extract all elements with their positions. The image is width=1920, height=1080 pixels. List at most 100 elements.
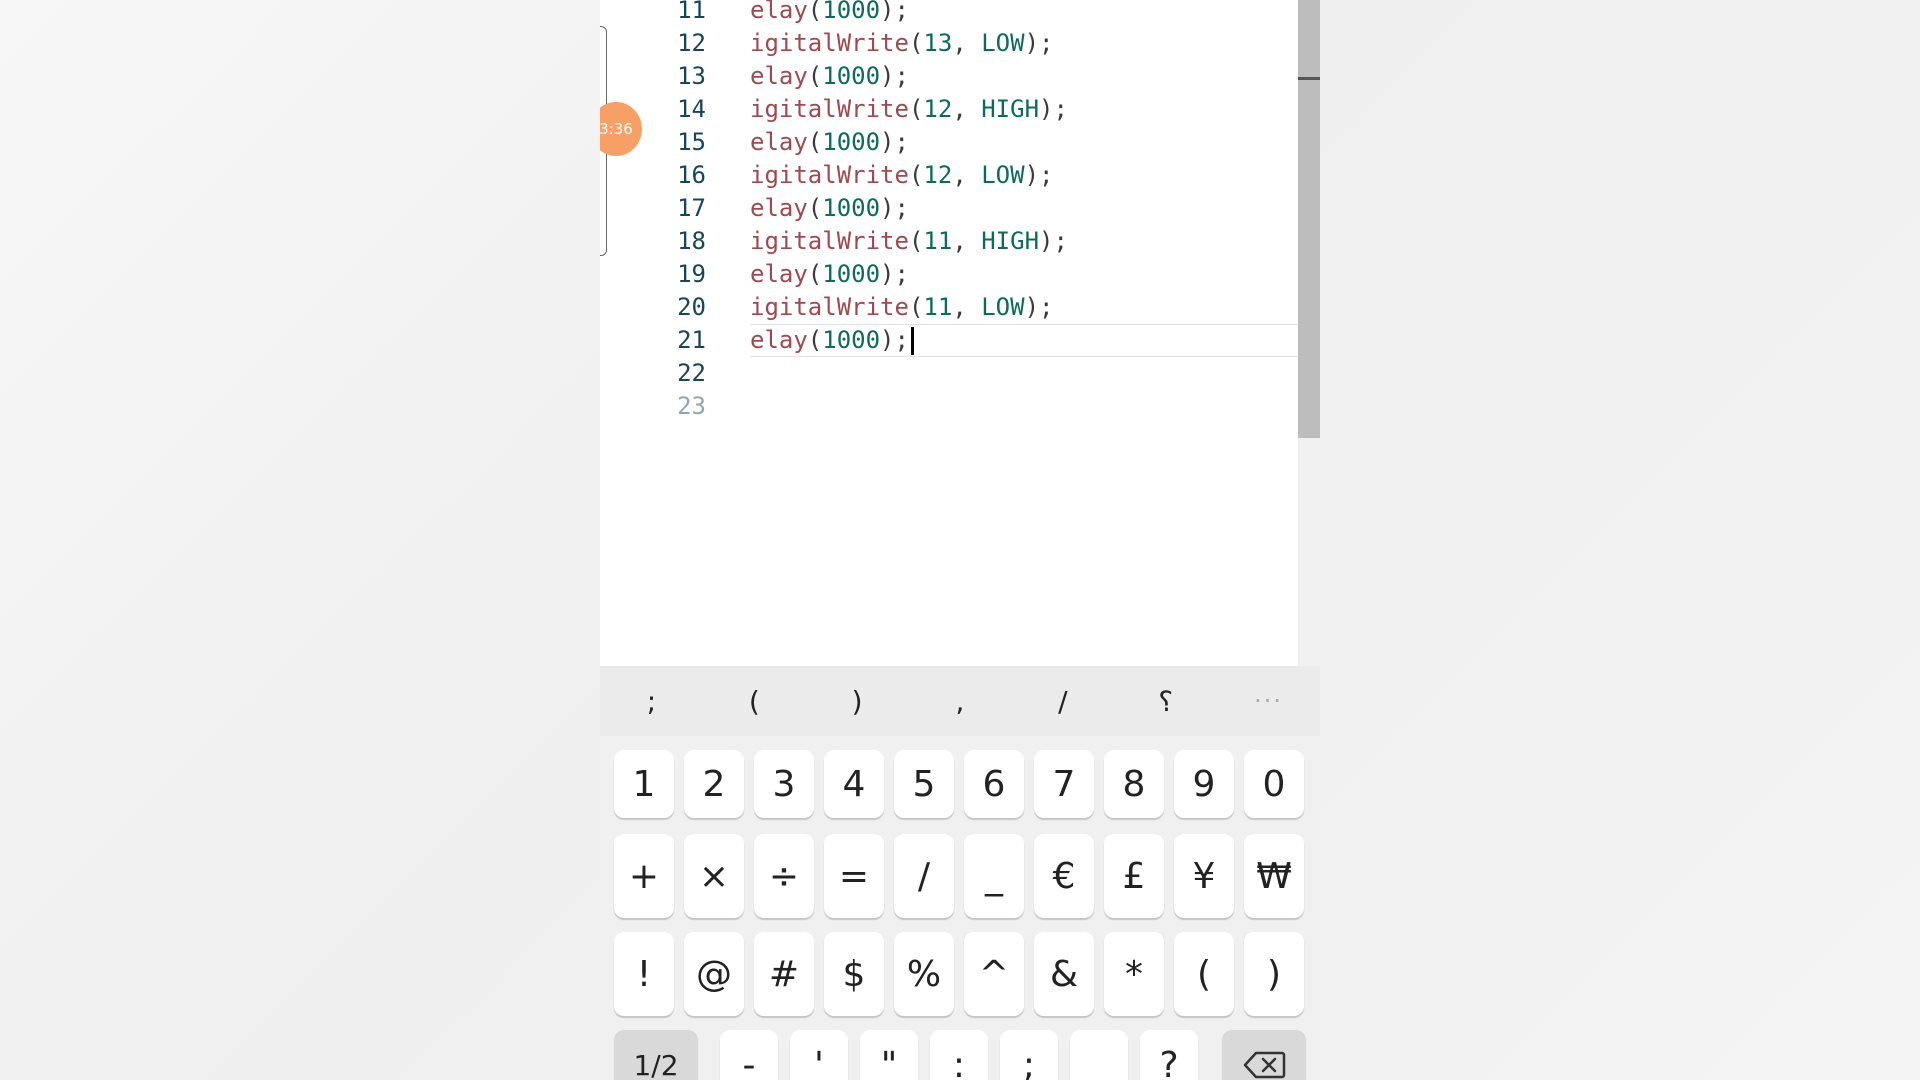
key[interactable]: ₩ [1244,834,1304,918]
code-text[interactable]: elay(1000); [750,258,909,291]
key[interactable]: £ [1104,834,1164,918]
page-toggle-key[interactable]: 1/2 [614,1030,698,1080]
key[interactable]: ) [1244,932,1304,1016]
key[interactable]: - [720,1030,778,1080]
key[interactable]: ¥ [1174,834,1234,918]
line-number: 15 [677,128,706,156]
key[interactable]: 7 [1034,750,1094,818]
code-text[interactable]: igitalWrite(11, LOW); [750,291,1053,324]
code-token: ); [1039,95,1068,123]
code-line[interactable]: 15 elay(1000); [600,126,1320,159]
key[interactable]: _ [964,834,1024,918]
code-line[interactable]: 23 [600,390,1320,423]
code-token: ); [880,260,909,288]
key[interactable]: / [894,834,954,918]
code-line[interactable]: 21 elay(1000); [600,324,1320,357]
code-token: ( [807,62,823,90]
key[interactable]: " [860,1030,918,1080]
key[interactable]: 8 [1104,750,1164,818]
key[interactable]: 5 [894,750,954,818]
code-token: ( [807,194,823,222]
code-line[interactable]: 12 igitalWrite(13, LOW); [600,27,1320,60]
key[interactable]: ( [1174,932,1234,1016]
text-cursor [910,327,914,355]
code-text[interactable]: elay(1000); [750,60,909,93]
code-text[interactable]: igitalWrite(13, LOW); [750,27,1053,60]
code-text[interactable]: elay(1000); [750,192,909,225]
code-token: 11 [923,227,953,255]
code-text[interactable]: igitalWrite(12, LOW); [750,159,1053,192]
code-token: 12 [923,161,953,189]
key[interactable]: 2 [684,750,744,818]
key[interactable]: ? [1140,1030,1198,1080]
code-line[interactable]: 13 elay(1000); [600,60,1320,93]
symbol-suggestion[interactable]: ) [806,685,909,718]
code-token: ( [807,260,823,288]
key[interactable]: ^ [964,932,1024,1016]
line-number: 14 [677,95,706,123]
symbol-suggestion[interactable]: / [1011,685,1114,718]
code-text[interactable]: elay(1000); [750,126,909,159]
code-text[interactable]: elay(1000); [750,0,909,27]
symbol-suggestion[interactable]: , [909,685,1012,718]
editor-scrollbar[interactable] [1298,0,1320,666]
code-line[interactable]: 16 igitalWrite(12, LOW); [600,159,1320,192]
key[interactable]: 0 [1244,750,1304,818]
scrollbar-thumb[interactable] [1298,0,1320,438]
key[interactable]: = [824,834,884,918]
code-line[interactable]: 18 igitalWrite(11, HIGH); [600,225,1320,258]
code-token: 1000 [822,62,881,90]
backspace-icon[interactable] [1222,1030,1306,1080]
code-line[interactable]: 19 elay(1000); [600,258,1320,291]
code-line[interactable]: 20 igitalWrite(11, LOW); [600,291,1320,324]
key[interactable]: ' [790,1030,848,1080]
key[interactable]: % [894,932,954,1016]
code-text[interactable]: igitalWrite(12, HIGH); [750,93,1068,126]
key[interactable]: # [754,932,814,1016]
symbol-suggestion[interactable]: ; [600,685,703,718]
key[interactable]: 4 [824,750,884,818]
code-token: 1000 [822,326,881,354]
code-token: HIGH [981,227,1040,255]
key[interactable]: : [930,1030,988,1080]
key[interactable]: & [1034,932,1094,1016]
code-token: ( [908,29,924,57]
line-number: 18 [677,227,706,255]
key[interactable]: € [1034,834,1094,918]
key[interactable]: $ [824,932,884,1016]
code-line[interactable]: 22 [600,357,1320,390]
code-token: , [952,95,982,123]
key[interactable]: 1 [614,750,674,818]
code-token: LOW [981,293,1025,321]
more-symbols-button[interactable]: ··· [1217,687,1320,715]
line-number: 22 [677,359,706,387]
code-token: igitalWrite [750,227,909,255]
key[interactable]: * [1104,932,1164,1016]
code-line[interactable]: 11 elay(1000); [600,0,1320,27]
code-token: ( [807,326,823,354]
key[interactable]: 9 [1174,750,1234,818]
code-token: ); [1039,227,1068,255]
key[interactable]: 3 [754,750,814,818]
line-number: 23 [677,392,706,420]
symbol-suggestion[interactable]: ( [703,685,806,718]
code-text[interactable]: elay(1000); [750,324,914,357]
code-editor[interactable]: 23 22 21 elay(1000); 20 igitalWrite(11, LOW);… [600,0,1320,666]
code-text[interactable]: igitalWrite(11, HIGH); [750,225,1068,258]
space-key[interactable] [1070,1030,1128,1080]
key[interactable]: ÷ [754,834,814,918]
code-line[interactable]: 14 igitalWrite(12, HIGH); [600,93,1320,126]
symbol-suggestion[interactable]: ؟ [1114,685,1217,718]
code-token: ( [807,128,823,156]
key[interactable]: @ [684,932,744,1016]
key[interactable]: × [684,834,744,918]
key[interactable]: ! [614,932,674,1016]
key[interactable]: 6 [964,750,1024,818]
code-token: elay [750,326,808,354]
code-token: ); [1024,29,1054,57]
key[interactable]: ; [1000,1030,1058,1080]
code-line[interactable]: 17 elay(1000); [600,192,1320,225]
line-number: 17 [677,194,706,222]
code-token: elay [750,194,808,222]
key[interactable]: + [614,834,674,918]
